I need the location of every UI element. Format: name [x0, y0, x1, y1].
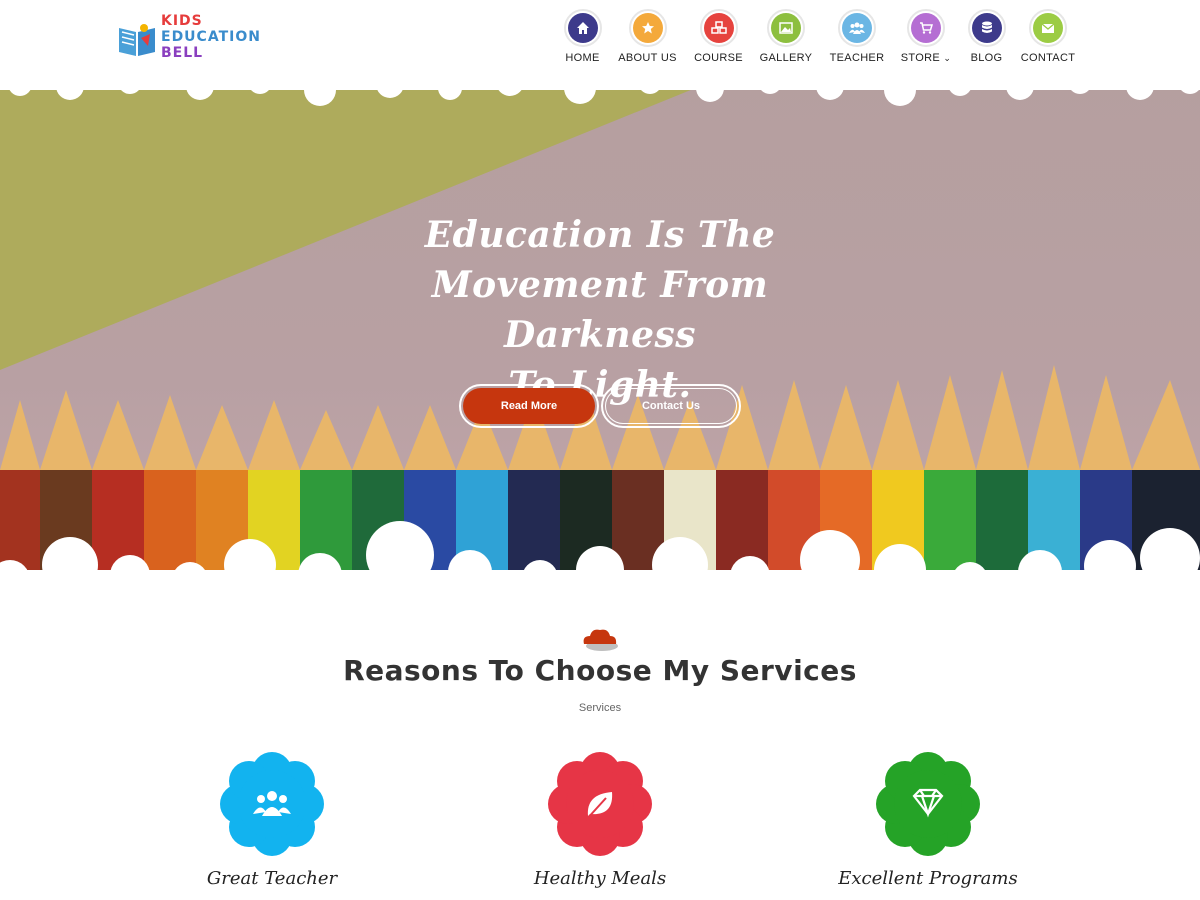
contact-us-label: Contact Us	[641, 400, 701, 412]
contact-us-button[interactable]: Contact Us	[601, 384, 741, 428]
nav-label-teacher: TEACHER	[829, 52, 885, 64]
cubes-icon	[703, 13, 734, 43]
leaf-icon	[548, 752, 652, 856]
nav-label-course: COURSE	[694, 52, 743, 64]
nav-item-teacher[interactable]: TEACHER	[820, 9, 894, 69]
nav-circle	[967, 9, 1006, 47]
nav-item-course[interactable]: COURSE	[685, 9, 752, 69]
image-icon	[771, 13, 801, 43]
site-header: KIDS EDUCATION BELL HOME ABOUT US COURSE	[0, 0, 1200, 90]
nav-item-contact[interactable]: CONTACT	[1015, 9, 1081, 69]
users-icon	[842, 13, 872, 43]
nav-label-about-us: ABOUT US	[618, 52, 677, 64]
hero-title-line-2: Movement From Darkness	[431, 264, 769, 356]
service-healthy-meals[interactable]: Healthy Meals	[500, 752, 700, 889]
nav-circle	[838, 9, 876, 47]
nav-label-blog: BLOG	[970, 52, 1003, 64]
nav-item-store[interactable]: STORE ⌄	[894, 9, 958, 69]
site-logo[interactable]: KIDS EDUCATION BELL	[117, 12, 260, 64]
database-icon	[971, 13, 1002, 43]
nav-circle	[628, 9, 667, 47]
service-excellent-programs[interactable]: Excellent Programs	[828, 752, 1028, 889]
contact-us-button-fill: Contact Us	[605, 388, 737, 424]
nav-label-gallery: GALLERY	[759, 52, 813, 64]
nav-circle	[563, 9, 602, 47]
services-section: Reasons To Choose My Services Services G…	[0, 590, 1200, 900]
hero-title-line-1: Education Is The	[424, 214, 776, 256]
logo-line-2: EDUCATION	[161, 29, 261, 45]
cart-icon	[911, 13, 941, 43]
nav-label-contact: CONTACT	[1020, 52, 1076, 64]
diamond-icon	[876, 752, 980, 856]
cloud-icon	[583, 629, 618, 651]
nav-item-about-us[interactable]: ABOUT US	[610, 9, 685, 69]
nav-label-store: STORE ⌄	[901, 52, 951, 64]
envelope-icon	[1033, 13, 1063, 43]
services-title: Reasons To Choose My Services	[343, 654, 857, 687]
nav-circle	[699, 9, 738, 47]
nav-label-home: HOME	[565, 52, 600, 64]
nav-circle	[907, 9, 945, 47]
book-logo-icon	[119, 24, 155, 56]
nav-circle	[1029, 9, 1067, 47]
hero-banner: Education Is The Movement From Darkness …	[0, 70, 1200, 590]
star-icon	[632, 13, 663, 43]
service-great-teacher[interactable]: Great Teacher	[172, 752, 372, 889]
nav-item-gallery[interactable]: GALLERY	[752, 9, 820, 69]
clouds-bottom-decoration	[0, 521, 1200, 590]
users-icon	[220, 752, 324, 856]
nav-circle	[767, 9, 805, 47]
hero-title: Education Is The Movement From Darkness …	[350, 210, 850, 410]
main-navigation: HOME ABOUT US COURSE GALLERY TEACHER STO…	[555, 9, 1081, 69]
service-name-healthy-meals: Healthy Meals	[533, 868, 667, 889]
home-icon	[567, 13, 598, 43]
nav-label-store-text: STORE	[900, 52, 940, 64]
service-name-great-teacher: Great Teacher	[206, 868, 338, 889]
read-more-button[interactable]: Read More	[459, 384, 599, 428]
logo-line-3: BELL	[161, 45, 204, 61]
services-subtitle: Services	[578, 702, 622, 714]
nav-item-home[interactable]: HOME	[555, 9, 610, 69]
nav-item-blog[interactable]: BLOG	[958, 9, 1015, 69]
chevron-down-icon: ⌄	[943, 53, 952, 63]
read-more-button-fill: Read More	[463, 388, 595, 424]
logo-line-1: KIDS	[161, 13, 203, 29]
read-more-label: Read More	[500, 400, 558, 412]
service-name-excellent-programs: Excellent Programs	[838, 868, 1018, 889]
